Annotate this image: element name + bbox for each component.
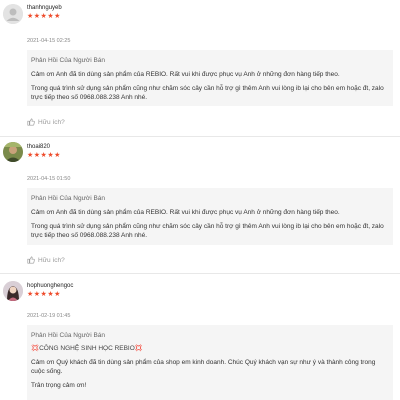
seller-reply-text: Cảm ơn Quý khách đã tin dùng sản phẩm củ… [31,359,376,375]
user-avatar[interactable] [3,4,23,24]
divider [0,136,400,137]
username[interactable]: hophuonghengoc [27,283,73,289]
username[interactable]: thanhnguyeb [27,5,62,11]
helpful-label: Hữu ích? [38,256,65,264]
seller-reply: Phản Hồi Của Người Bán Cảm ơn Anh đã tin… [27,50,393,106]
rating-stars: ★★★★★ [27,291,61,298]
seller-reply-text: Trân trọng cảm ơn! [31,382,87,389]
seller-reply-title: Phản Hồi Của Người Bán [31,57,106,64]
divider [0,273,400,274]
seller-reply: Phản Hồi Của Người Bán Cảm ơn Anh đã tin… [27,188,393,245]
username[interactable]: thoai820 [27,144,50,150]
review-time: 2021-04-15 01:50 [27,176,71,182]
thumbs-up-icon [27,256,35,264]
helpful-button[interactable]: Hữu ích? [27,256,65,264]
seller-reply-title: Phản Hồi Của Người Bán [31,332,106,339]
seller-reply-text: Cảm ơn Anh đã tin dùng sản phẩm của REBI… [31,71,340,78]
review-time: 2021-04-15 02:25 [27,38,71,44]
seller-reply-text: Trong quá trình sử dụng sản phẩm cũng nh… [31,223,384,239]
user-avatar[interactable] [3,281,23,301]
helpful-button[interactable]: Hữu ích? [27,118,65,126]
default-avatar-icon [3,4,23,24]
helpful-label: Hữu ích? [38,118,65,126]
user-avatar[interactable] [3,142,23,162]
rating-stars: ★★★★★ [27,152,61,159]
seller-reply-text: Cảm ơn Anh đã tin dùng sản phẩm của REBI… [31,209,340,216]
seller-reply: Phản Hồi Của Người Bán 💢CÔNG NGHỆ SINH H… [27,325,393,400]
seller-reply-title: Phản Hồi Của Người Bán [31,195,106,202]
review-time: 2021-02-19 01:45 [27,313,71,319]
seller-reply-text: 💢CÔNG NGHỆ SINH HỌC REBIO💢 [31,345,143,352]
photo-avatar-icon [3,281,23,301]
photo-avatar-icon [3,142,23,162]
rating-stars: ★★★★★ [27,13,61,20]
thumbs-up-icon [27,118,35,126]
seller-reply-text: Trong quá trình sử dụng sản phẩm cũng nh… [31,85,384,101]
